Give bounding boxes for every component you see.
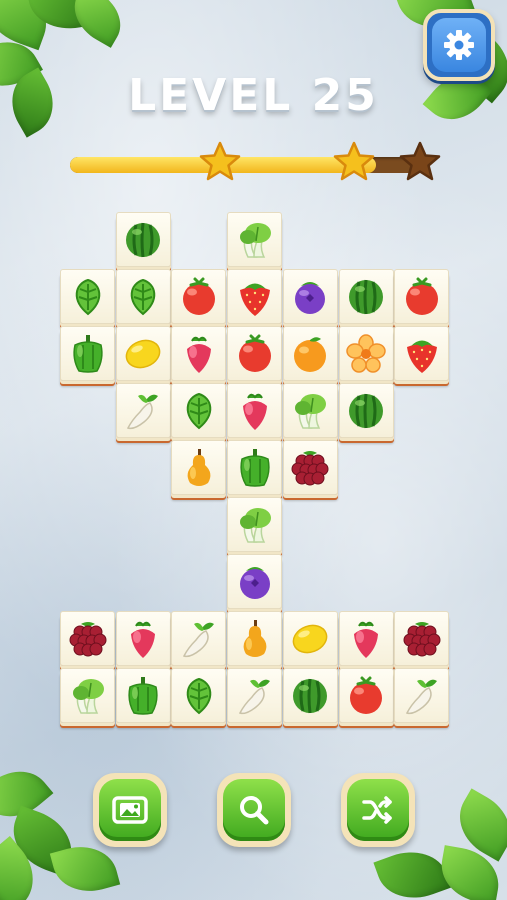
game-screen: LEVEL 25 xyxy=(0,0,507,900)
basil-icon xyxy=(75,278,100,315)
daikon-icon xyxy=(127,394,159,429)
grapes-icon xyxy=(69,621,106,656)
tile-tomato[interactable] xyxy=(227,326,283,381)
pepper-icon xyxy=(239,448,270,487)
pepper-icon xyxy=(128,676,158,715)
photo-frame-icon xyxy=(112,796,148,824)
bokchoy-icon xyxy=(239,507,271,543)
undo-button[interactable] xyxy=(93,773,167,847)
blueberry-icon xyxy=(239,566,270,599)
bokchoy-icon xyxy=(295,393,327,429)
hint-button[interactable] xyxy=(217,773,291,847)
tile-radish[interactable] xyxy=(171,326,227,381)
daikon-icon xyxy=(182,622,214,657)
tile-strawberry[interactable] xyxy=(227,269,283,324)
magnifier-icon xyxy=(240,796,269,825)
tile-tomato[interactable] xyxy=(171,269,227,324)
tile-pepper[interactable] xyxy=(227,440,283,495)
tile-watermelon[interactable] xyxy=(282,668,338,723)
shuffle-button[interactable] xyxy=(341,773,415,847)
tile-pear[interactable] xyxy=(171,440,227,495)
tile-bokchoy[interactable] xyxy=(60,668,115,723)
tile-watermelon[interactable] xyxy=(338,383,394,438)
radish-icon xyxy=(186,336,211,373)
daikon-icon xyxy=(238,679,270,714)
grapes-icon xyxy=(403,621,441,656)
tile-daikon[interactable] xyxy=(115,383,171,438)
tomato-icon xyxy=(238,334,271,372)
tile-lemon[interactable] xyxy=(282,611,338,666)
tile-daikon[interactable] xyxy=(227,668,283,723)
tile-radish[interactable] xyxy=(338,611,394,666)
tile-bokchoy[interactable] xyxy=(282,383,338,438)
tile-basil[interactable] xyxy=(115,269,171,324)
tile-tomato[interactable] xyxy=(394,269,450,324)
tile-bokchoy[interactable] xyxy=(227,497,283,552)
basil-icon xyxy=(186,392,212,429)
watermelon-icon xyxy=(349,393,383,428)
tile-flower[interactable] xyxy=(338,326,394,381)
tile-blueberry[interactable] xyxy=(282,269,338,324)
tile-pepper[interactable] xyxy=(115,668,171,723)
watermelon-icon xyxy=(293,678,328,713)
tomato-icon xyxy=(182,277,215,315)
tomato-icon xyxy=(350,676,382,714)
tile-radish[interactable] xyxy=(115,611,171,666)
tile-watermelon[interactable] xyxy=(338,269,394,324)
strawberry-icon xyxy=(239,283,270,316)
radish-icon xyxy=(242,393,267,430)
grapes-icon xyxy=(291,450,329,485)
tile-watermelon[interactable] xyxy=(115,212,171,267)
tile-pear[interactable] xyxy=(227,611,283,666)
radish-icon xyxy=(131,621,156,658)
pear-icon xyxy=(243,619,266,657)
flower-icon xyxy=(346,333,386,373)
tile-bokchoy[interactable] xyxy=(227,212,283,267)
orange-icon xyxy=(294,336,327,372)
watermelon-icon xyxy=(126,222,161,257)
daikon-icon xyxy=(405,679,437,714)
tile-lemon[interactable] xyxy=(115,326,171,381)
tile-pepper[interactable] xyxy=(60,326,115,381)
shuffle-icon xyxy=(362,796,392,824)
basil-icon xyxy=(186,677,212,714)
tile-grapes[interactable] xyxy=(282,440,338,495)
strawberry-icon xyxy=(406,340,437,373)
bokchoy-icon xyxy=(239,222,271,258)
blueberry-icon xyxy=(295,281,326,314)
tile-grapes[interactable] xyxy=(60,611,115,666)
tile-blueberry[interactable] xyxy=(227,554,283,609)
pepper-icon xyxy=(72,334,103,373)
lemon-icon xyxy=(125,339,161,368)
tile-grapes[interactable] xyxy=(394,611,450,666)
tile-tomato[interactable] xyxy=(338,668,394,723)
tile-daikon[interactable] xyxy=(171,611,227,666)
tile-basil[interactable] xyxy=(60,269,115,324)
tile-radish[interactable] xyxy=(227,383,283,438)
tile-daikon[interactable] xyxy=(394,668,450,723)
watermelon-icon xyxy=(349,279,383,314)
pear-icon xyxy=(187,448,211,486)
tile-board xyxy=(0,0,507,900)
lemon-icon xyxy=(292,624,328,653)
basil-icon xyxy=(130,278,156,315)
tile-strawberry[interactable] xyxy=(394,326,450,381)
tile-basil[interactable] xyxy=(171,668,227,723)
radish-icon xyxy=(354,621,378,658)
tomato-icon xyxy=(405,277,438,315)
tile-orange[interactable] xyxy=(282,326,338,381)
bokchoy-icon xyxy=(72,678,104,714)
tile-basil[interactable] xyxy=(171,383,227,438)
